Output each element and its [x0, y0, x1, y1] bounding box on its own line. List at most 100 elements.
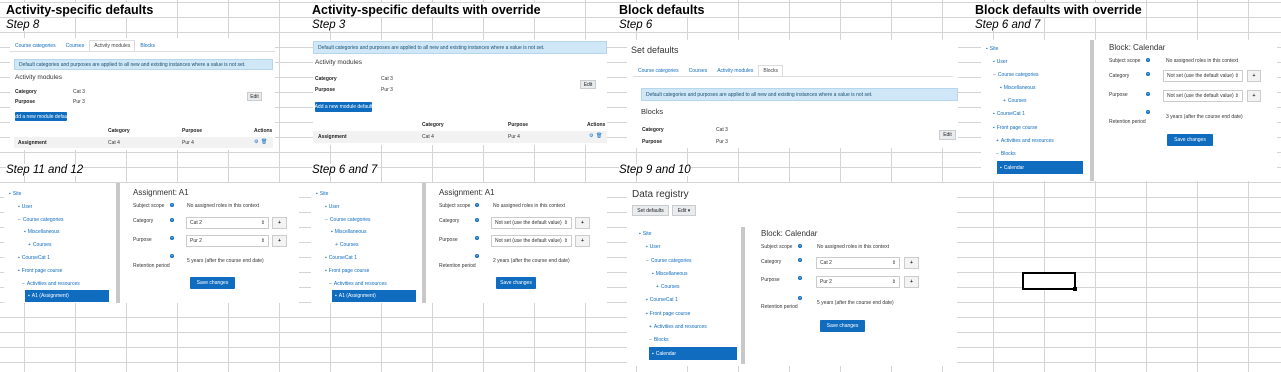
- tree-user[interactable]: ▪ User: [18, 204, 32, 210]
- tab-courses[interactable]: Courses: [684, 65, 713, 76]
- help-icon[interactable]: ?: [475, 203, 479, 207]
- tree-miscellaneous[interactable]: ▪ Miscellaneous: [24, 229, 59, 235]
- help-icon[interactable]: ?: [475, 254, 479, 258]
- tree-coursecat1[interactable]: ▪ CourseCat 1: [325, 255, 357, 261]
- tab-activity-modules[interactable]: Activity modules: [712, 65, 758, 76]
- tree-blocks[interactable]: − Blocks: [649, 337, 669, 343]
- save-changes-button[interactable]: Save changes: [496, 277, 536, 289]
- help-icon[interactable]: ?: [1146, 92, 1150, 96]
- selected-cell[interactable]: [1022, 272, 1076, 290]
- tree-course-categories[interactable]: − Course categories: [325, 217, 371, 223]
- tree-activities[interactable]: − Activities and resources: [329, 281, 387, 287]
- add-purpose-button[interactable]: +: [1247, 90, 1261, 102]
- edit-button[interactable]: Edit: [580, 80, 596, 89]
- delete-icon[interactable]: 🗑: [261, 139, 267, 145]
- tree-scrollbar[interactable]: [1090, 40, 1094, 181]
- category-select[interactable]: Cat 2 ⇕: [816, 257, 900, 269]
- save-changes-button[interactable]: Save changes: [1167, 134, 1213, 146]
- tree-courses[interactable]: + Courses: [1003, 98, 1027, 104]
- tree-site[interactable]: ▪ Site: [9, 191, 21, 197]
- tree-assignment[interactable]: ▪ A1 (Assignment): [332, 290, 416, 302]
- delete-icon[interactable]: 🗑: [596, 133, 602, 139]
- help-icon[interactable]: ?: [170, 236, 174, 240]
- tab-course-categories[interactable]: Course categories: [10, 40, 61, 51]
- help-icon[interactable]: ?: [798, 244, 802, 248]
- add-category-button[interactable]: +: [575, 217, 590, 229]
- purpose-select[interactable]: Not set (use the default value) ⇕: [1163, 90, 1243, 102]
- help-icon[interactable]: ?: [798, 296, 802, 300]
- tree-course-categories[interactable]: − Course categories: [993, 72, 1039, 78]
- add-purpose-button[interactable]: +: [904, 276, 919, 288]
- category-select[interactable]: Cat 2 ⇕: [186, 217, 269, 229]
- tree-course-categories[interactable]: − Course categories: [646, 258, 692, 264]
- tree-miscellaneous[interactable]: ▪ Miscellaneous: [652, 271, 687, 277]
- purpose-select[interactable]: Pur 2 ⇕: [816, 276, 900, 288]
- edit-button[interactable]: Edit: [247, 92, 262, 101]
- tree-user[interactable]: ▪ User: [325, 204, 339, 210]
- purpose-select[interactable]: Not set (use the default value) ⇕: [491, 235, 572, 247]
- add-category-button[interactable]: +: [904, 257, 919, 269]
- help-icon[interactable]: ?: [475, 236, 479, 240]
- category-select[interactable]: Not set (use the default value) ⇕: [491, 217, 572, 229]
- tree-courses[interactable]: + Courses: [656, 284, 680, 290]
- add-category-button[interactable]: +: [1247, 70, 1261, 82]
- help-icon[interactable]: ?: [798, 276, 802, 280]
- tree-front-page-course[interactable]: ▪ Front page course: [18, 268, 62, 274]
- tab-activity-modules[interactable]: Activity modules: [89, 40, 136, 51]
- tab-courses[interactable]: Courses: [61, 40, 90, 51]
- category-label: Category: [439, 218, 460, 224]
- edit-menu-button[interactable]: Edit ▾: [672, 205, 696, 216]
- category-select[interactable]: Not set (use the default value) ⇕: [1163, 70, 1243, 82]
- tab-course-categories[interactable]: Course categories: [633, 65, 684, 76]
- save-changes-button[interactable]: Save changes: [820, 320, 865, 332]
- tree-front-page-course[interactable]: ▪ Front page course: [646, 311, 690, 317]
- tree-calendar[interactable]: ▪ Calendar: [649, 347, 737, 360]
- add-category-button[interactable]: +: [272, 217, 287, 229]
- tree-miscellaneous[interactable]: ▪ Miscellaneous: [331, 229, 366, 235]
- tree-blocks[interactable]: − Blocks: [996, 151, 1016, 157]
- tree-front-page-course[interactable]: ▪ Front page course: [325, 268, 369, 274]
- add-module-default-button[interactable]: Add a new module default: [315, 102, 372, 112]
- purpose-select[interactable]: Pur 2 ⇕: [186, 235, 269, 247]
- help-icon[interactable]: ?: [170, 203, 174, 207]
- tree-coursecat1[interactable]: ▪ CourseCat 1: [646, 297, 678, 303]
- help-icon[interactable]: ?: [170, 218, 174, 222]
- tree-scrollbar[interactable]: [116, 183, 120, 303]
- gear-icon[interactable]: ⚙: [589, 133, 593, 139]
- add-purpose-button[interactable]: +: [272, 235, 287, 247]
- tree-courses[interactable]: + Courses: [28, 242, 52, 248]
- fill-handle[interactable]: [1073, 287, 1077, 291]
- tree-course-categories[interactable]: − Course categories: [18, 217, 64, 223]
- tree-activities[interactable]: + Activities and resources: [649, 324, 707, 330]
- tree-calendar[interactable]: ▪ Calendar: [997, 161, 1083, 174]
- help-icon[interactable]: ?: [170, 254, 174, 258]
- save-changes-button[interactable]: Save changes: [190, 277, 235, 289]
- help-icon[interactable]: ?: [798, 258, 802, 262]
- tree-miscellaneous[interactable]: ▪ Miscellaneous: [1000, 85, 1035, 91]
- help-icon[interactable]: ?: [475, 218, 479, 222]
- help-icon[interactable]: ?: [1146, 72, 1150, 76]
- add-module-default-button[interactable]: Add a new module default: [12, 112, 70, 121]
- help-icon[interactable]: ?: [1146, 58, 1150, 62]
- tree-activities[interactable]: − Activities and resources: [22, 281, 80, 287]
- tree-courses[interactable]: + Courses: [335, 242, 359, 248]
- tree-site[interactable]: ▪ Site: [316, 191, 328, 197]
- tree-user[interactable]: ▪ User: [993, 59, 1007, 65]
- tree-user[interactable]: ▪ User: [646, 244, 660, 250]
- edit-button[interactable]: Edit: [939, 130, 956, 140]
- tree-activities[interactable]: + Activities and resources: [996, 138, 1054, 144]
- tree-coursecat1[interactable]: ▪ CourseCat 1: [993, 111, 1025, 117]
- tab-blocks[interactable]: Blocks: [758, 65, 784, 76]
- help-icon[interactable]: ?: [1146, 110, 1150, 114]
- add-purpose-button[interactable]: +: [575, 235, 590, 247]
- tree-scrollbar[interactable]: [422, 183, 426, 303]
- set-defaults-button[interactable]: Set defaults: [632, 205, 669, 216]
- tree-front-page-course[interactable]: ▪ Front page course: [993, 125, 1037, 131]
- tree-scrollbar[interactable]: [741, 227, 745, 364]
- tree-coursecat1[interactable]: ▪ CourseCat 1: [18, 255, 50, 261]
- tree-assignment[interactable]: ▪ A1 (Assignment): [25, 290, 109, 302]
- tree-site[interactable]: ▪ Site: [639, 231, 651, 237]
- gear-icon[interactable]: ⚙: [254, 139, 258, 145]
- tree-site[interactable]: ▪ Site: [986, 46, 998, 52]
- tab-blocks[interactable]: Blocks: [135, 40, 160, 51]
